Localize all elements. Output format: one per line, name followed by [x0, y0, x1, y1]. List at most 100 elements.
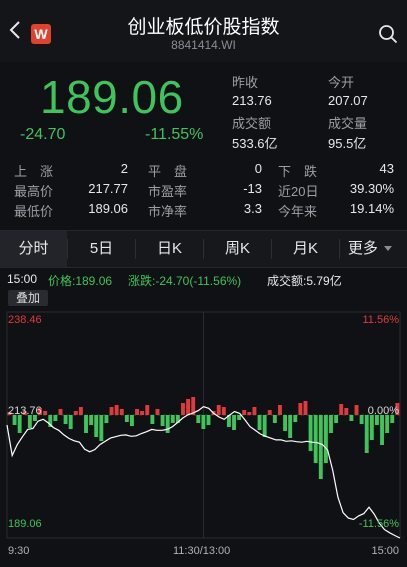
y-axis-left-label: 189.06	[8, 518, 42, 530]
tab-5day[interactable]: 5日	[68, 231, 135, 267]
x-axis-label: 15:00	[371, 545, 399, 557]
volume-bar	[354, 405, 359, 415]
page-title: 创业板低价股指数	[127, 17, 280, 38]
price-line	[6, 406, 401, 539]
volume-bar	[252, 407, 257, 415]
stat-value: 95.5亿	[328, 136, 367, 151]
volume-bar	[334, 415, 339, 423]
tab-weekly-k[interactable]: 周K	[204, 231, 271, 267]
stat-label: 今开	[328, 75, 355, 90]
chart-volume: 成交额:5.79亿	[267, 274, 342, 288]
volume-bar	[308, 415, 313, 451]
stat-label: 今年来	[278, 204, 318, 219]
volume-bar	[17, 415, 22, 433]
volume-bar	[262, 415, 267, 437]
stat-value: 213.76	[232, 93, 272, 108]
volume-bar	[119, 409, 124, 415]
volume-bar	[380, 415, 384, 445]
volume-bar	[283, 415, 288, 431]
stat-value: 533.6亿	[232, 136, 278, 151]
y-axis-left-label: 238.46	[8, 314, 42, 326]
volume-bar	[318, 415, 323, 479]
chart-frame	[6, 311, 401, 539]
volume-bar	[140, 411, 145, 415]
x-axis-label: 11:30/13:00	[173, 545, 231, 557]
stat-value: 43	[379, 161, 394, 176]
price-change: -24.70	[20, 126, 66, 143]
stat-label: 成交量	[328, 116, 368, 131]
stat-label: 市盈率	[148, 184, 188, 199]
volume-bar	[155, 409, 160, 415]
tab-intraday[interactable]: 分时	[0, 231, 67, 267]
volume-bar	[89, 415, 94, 425]
stat-value: 0	[254, 161, 262, 176]
stat-value: 207.07	[328, 93, 368, 108]
stat-label: 昨收	[232, 75, 259, 90]
tab-more[interactable]: 更多	[340, 231, 400, 267]
volume-bar	[73, 411, 78, 415]
volume-bar	[114, 405, 119, 415]
tab-daily-k[interactable]: 日K	[136, 231, 203, 267]
volume-bar	[186, 399, 191, 415]
chart-change: 涨跌:-24.70(-11.56%)	[128, 274, 242, 288]
volume-bar	[359, 415, 364, 424]
top-bar: W 创业板低价股指数 8841414.WI	[0, 0, 407, 62]
price-change-pct: -11.55%	[145, 126, 204, 143]
volume-bar	[288, 415, 293, 438]
volume-bar	[232, 415, 236, 430]
volume-bar	[237, 415, 242, 420]
stat-value: 39.30%	[349, 181, 394, 196]
stat-label: 市净率	[148, 204, 188, 219]
volume-bar	[226, 415, 231, 427]
stat-value: -13	[243, 181, 262, 196]
volume-bar	[170, 415, 175, 423]
y-axis-right-label: -11.56%	[358, 518, 399, 530]
stat-value: 217.77	[88, 181, 128, 196]
volume-bar	[349, 415, 354, 421]
volume-bar	[84, 415, 88, 433]
stat-label: 平 盘	[148, 164, 188, 179]
volume-bar	[135, 409, 140, 415]
volume-bar	[298, 403, 303, 415]
stat-label: 近20日	[278, 184, 319, 199]
volume-bar	[58, 409, 63, 415]
chart-time: 15:00	[7, 272, 38, 286]
current-price: 189.06	[40, 71, 184, 123]
volume-bar	[267, 410, 272, 415]
volume-bar	[242, 410, 247, 415]
volume-bar	[43, 411, 48, 415]
stat-label: 最低价	[14, 204, 54, 219]
volume-bar	[104, 415, 109, 423]
volume-bar	[293, 415, 298, 422]
volume-bar	[181, 403, 185, 415]
stat-label: 成交额	[232, 116, 272, 131]
volume-bar	[369, 415, 374, 440]
x-axis-label: 9:30	[8, 545, 30, 557]
volume-bar	[303, 401, 308, 415]
volume-bar	[385, 415, 390, 433]
y-axis-right-label: 0.00%	[367, 405, 399, 417]
volume-bar	[323, 415, 328, 463]
stat-value: 3.3	[243, 201, 262, 216]
volume-bar	[339, 404, 344, 415]
volume-bar	[124, 415, 129, 422]
stat-value: 189.06	[88, 201, 128, 216]
search-icon[interactable]	[378, 24, 398, 44]
overlay-button[interactable]: 叠加	[8, 290, 48, 306]
volume-bar	[150, 415, 155, 424]
volume-bar	[175, 415, 180, 423]
volume-bar	[68, 415, 73, 429]
volume-bar	[247, 412, 252, 415]
volume-bar	[160, 415, 165, 426]
volume-bar	[191, 397, 196, 415]
volume-bar	[48, 415, 53, 427]
volume-bar	[99, 415, 104, 441]
volume-bar	[211, 411, 216, 415]
tab-more-label: 更多	[347, 240, 378, 257]
volume-bar	[94, 415, 99, 437]
tab-monthly-k[interactable]: 月K	[272, 231, 339, 267]
volume-bar	[196, 415, 201, 423]
volume-bar	[257, 415, 262, 430]
volume-bar	[145, 405, 150, 415]
stat-label: 最高价	[14, 184, 54, 199]
